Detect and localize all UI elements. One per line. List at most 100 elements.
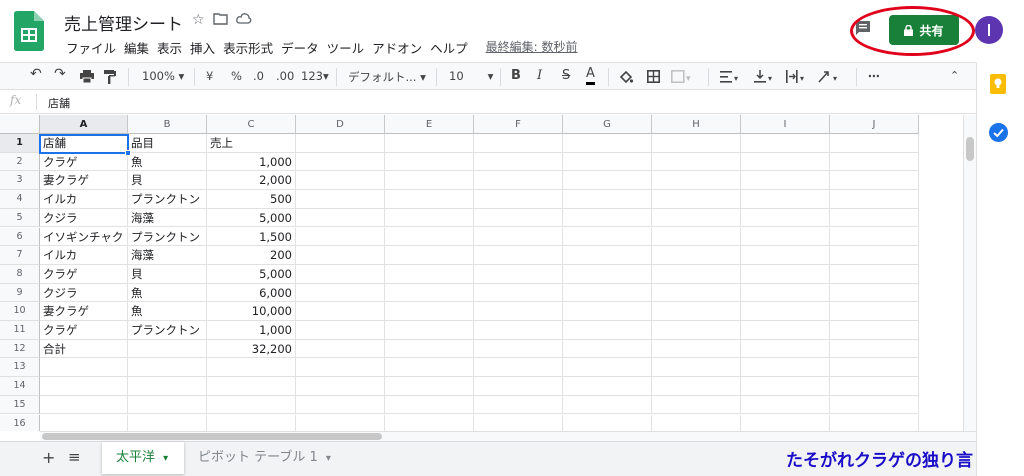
cell[interactable] xyxy=(652,414,741,431)
cell[interactable] xyxy=(830,321,919,340)
add-sheet-button[interactable]: + xyxy=(42,448,55,467)
cell[interactable]: プランクトン xyxy=(128,321,207,340)
cell[interactable] xyxy=(830,358,919,378)
fill-handle[interactable] xyxy=(125,150,131,156)
column-header-g[interactable]: G xyxy=(563,115,652,134)
cell[interactable] xyxy=(296,152,385,172)
cell[interactable]: 10,000 xyxy=(207,302,296,321)
cell[interactable]: 貝 xyxy=(128,171,207,191)
cell[interactable]: クジラ xyxy=(40,208,128,228)
cell[interactable] xyxy=(385,152,474,172)
zoom-select[interactable]: 100% ▾ xyxy=(142,69,184,83)
cell[interactable]: 品目 xyxy=(128,134,207,153)
redo-icon[interactable]: ↷ xyxy=(54,66,66,82)
cell[interactable] xyxy=(741,302,830,321)
cell[interactable]: 5,000 xyxy=(207,264,296,284)
sheet-tab-pivot[interactable]: ピボット テーブル 1 ▾ xyxy=(198,442,331,474)
cell[interactable] xyxy=(207,358,296,378)
cell[interactable] xyxy=(652,377,741,396)
vertical-scrollbar[interactable] xyxy=(963,115,976,431)
row-header[interactable]: 12 xyxy=(0,339,40,359)
row-header[interactable]: 10 xyxy=(0,302,40,321)
menu-data[interactable]: データ xyxy=(277,38,323,57)
cell[interactable] xyxy=(296,358,385,378)
cell[interactable] xyxy=(563,264,652,284)
cell[interactable]: 5,000 xyxy=(207,208,296,228)
row-header[interactable]: 3 xyxy=(0,171,40,191)
cell[interactable] xyxy=(563,339,652,359)
cell[interactable] xyxy=(652,134,741,153)
star-icon[interactable]: ☆ xyxy=(192,12,205,29)
cell[interactable] xyxy=(652,227,741,247)
cell[interactable] xyxy=(563,152,652,172)
cell[interactable]: 2,000 xyxy=(207,171,296,191)
cell[interactable] xyxy=(474,208,563,228)
more-formats-select[interactable]: 123▾ xyxy=(301,69,329,83)
cell[interactable] xyxy=(207,395,296,415)
column-header-a[interactable]: A xyxy=(40,115,128,134)
cell[interactable] xyxy=(741,134,830,153)
cell[interactable] xyxy=(40,377,128,396)
cell[interactable] xyxy=(128,358,207,378)
cell[interactable] xyxy=(741,377,830,396)
column-header-h[interactable]: H xyxy=(652,115,741,134)
row-header[interactable]: 16 xyxy=(0,414,40,431)
document-title[interactable]: 売上管理シート xyxy=(64,10,183,35)
cell[interactable] xyxy=(563,246,652,265)
cell[interactable] xyxy=(385,358,474,378)
cell[interactable] xyxy=(830,152,919,172)
cell[interactable]: 海藻 xyxy=(128,246,207,265)
cell[interactable]: 魚 xyxy=(128,283,207,303)
column-header-j[interactable]: J xyxy=(830,115,919,134)
cell[interactable] xyxy=(385,246,474,265)
cell[interactable] xyxy=(474,190,563,209)
all-sheets-button[interactable]: ≡ xyxy=(68,448,81,466)
cell[interactable] xyxy=(652,246,741,265)
keep-icon[interactable] xyxy=(990,74,1006,94)
move-folder-icon[interactable] xyxy=(212,12,228,29)
cell[interactable] xyxy=(652,208,741,228)
cell[interactable] xyxy=(474,171,563,191)
row-header[interactable]: 1 xyxy=(0,134,40,153)
menu-format[interactable]: 表示形式 xyxy=(219,38,277,57)
cell[interactable] xyxy=(296,302,385,321)
menu-tools[interactable]: ツール xyxy=(323,38,369,57)
cell[interactable]: クジラ xyxy=(40,283,128,303)
cell[interactable] xyxy=(474,227,563,247)
cell[interactable] xyxy=(741,246,830,265)
cell[interactable] xyxy=(474,264,563,284)
formula-input[interactable]: 店舗 xyxy=(48,95,70,111)
cell[interactable] xyxy=(296,246,385,265)
cell[interactable]: 200 xyxy=(207,246,296,265)
cell[interactable] xyxy=(128,377,207,396)
cell[interactable] xyxy=(830,395,919,415)
menu-file[interactable]: ファイル xyxy=(62,38,120,57)
cell[interactable] xyxy=(563,227,652,247)
row-header[interactable]: 14 xyxy=(0,377,40,396)
cell[interactable] xyxy=(207,377,296,396)
column-header-e[interactable]: E xyxy=(385,115,474,134)
cell[interactable] xyxy=(830,134,919,153)
text-wrap-icon[interactable]: ▾ xyxy=(786,70,806,83)
print-icon[interactable] xyxy=(80,70,94,83)
cell[interactable]: プランクトン xyxy=(128,227,207,247)
last-edit-link[interactable]: 最終編集: 数秒前 xyxy=(482,38,582,57)
cell[interactable] xyxy=(385,208,474,228)
cell[interactable] xyxy=(385,321,474,340)
cell[interactable] xyxy=(830,171,919,191)
text-color-button[interactable]: A xyxy=(586,66,595,85)
cell[interactable] xyxy=(830,190,919,209)
font-size-select[interactable]: 10 ▾ xyxy=(449,69,493,83)
cell[interactable] xyxy=(474,302,563,321)
cell[interactable] xyxy=(207,414,296,431)
row-header[interactable]: 11 xyxy=(0,321,40,340)
column-header-b[interactable]: B xyxy=(128,115,207,134)
cell[interactable] xyxy=(128,395,207,415)
cell[interactable]: クラゲ xyxy=(40,152,128,172)
cell[interactable] xyxy=(385,414,474,431)
cell[interactable] xyxy=(652,395,741,415)
cell[interactable] xyxy=(563,302,652,321)
cell[interactable] xyxy=(741,152,830,172)
cell[interactable] xyxy=(741,339,830,359)
cell[interactable] xyxy=(474,246,563,265)
